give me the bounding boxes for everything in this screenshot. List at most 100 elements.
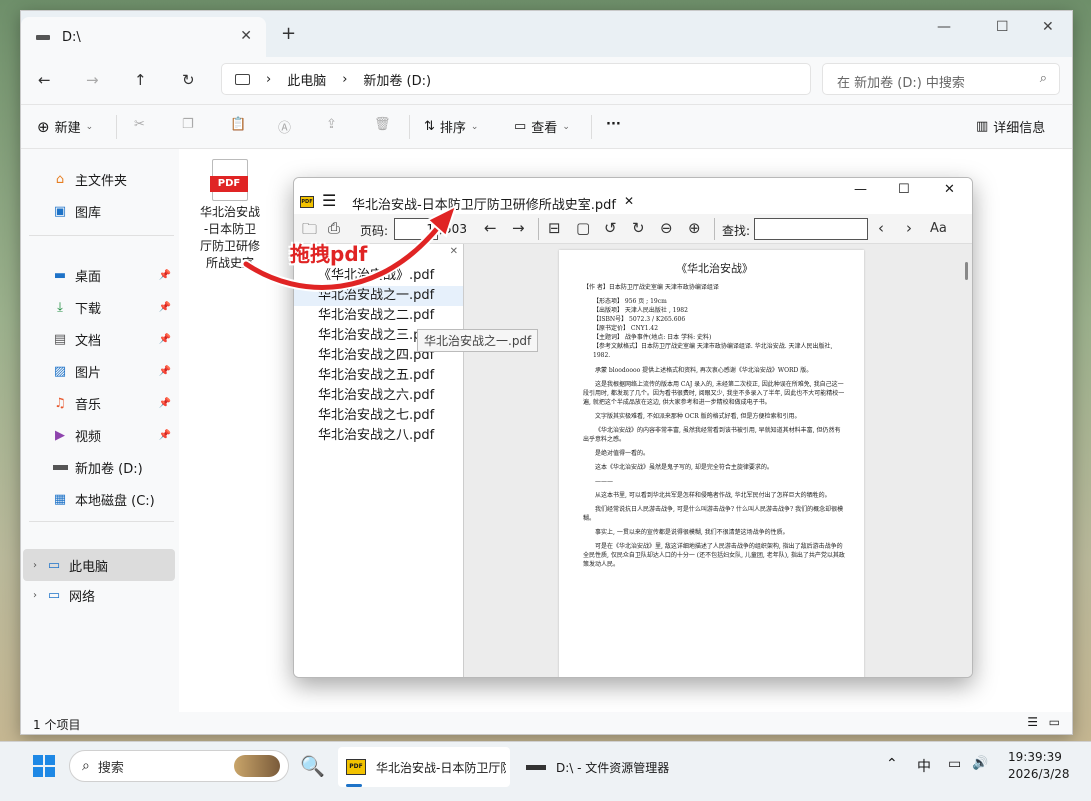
clock[interactable]: 19:39:39 2026/3/28 [1008, 749, 1070, 783]
sidebar-item-desktop[interactable]: ▬ 桌面 📌 [35, 261, 177, 289]
rotate-right-icon[interactable]: ↻ [632, 219, 645, 237]
list-item[interactable]: 《华北治安战》.pdf [294, 266, 463, 286]
previous-page-icon[interactable]: ← [484, 219, 497, 237]
pin-icon[interactable]: 📌 [159, 398, 171, 409]
sidebar-item-drive-c[interactable]: ▦ 本地磁盘 (C:) [35, 485, 177, 513]
list-item[interactable]: 华北治安战之六.pdf [294, 386, 463, 406]
chevron-right-icon[interactable]: › [33, 560, 37, 571]
up-button[interactable]: ↑ [134, 71, 147, 89]
network-status-icon[interactable]: ▭ [948, 756, 961, 772]
forward-button[interactable]: → [86, 71, 99, 89]
taskbar-search-box[interactable]: ⌕ 搜索 [69, 750, 289, 782]
more-button[interactable]: ··· [606, 117, 621, 132]
tab-close-icon[interactable]: ✕ [624, 194, 634, 208]
rotate-left-icon[interactable]: ↺ [604, 219, 617, 237]
pdf-toolbar: 🗀 ⎙ 页码: 1 /503 ← → ⊟ ▢ ↺ ↻ ⊖ ⊕ 查找: ‹ › A… [294, 214, 972, 244]
list-view-icon[interactable]: ☰ [1027, 715, 1038, 729]
find-next-icon[interactable]: › [906, 219, 912, 237]
item-count: 1 个项目 [33, 718, 81, 732]
minimize-button[interactable]: — [937, 19, 951, 35]
view-icon: ▭ [514, 119, 527, 134]
pin-icon[interactable]: 📌 [159, 430, 171, 441]
breadcrumb-this-pc[interactable]: 此电脑 [287, 70, 326, 89]
delete-icon[interactable]: 🗑 [374, 117, 391, 132]
maximize-button[interactable]: ☐ [898, 182, 910, 197]
paragraph: 事实上, 一贯以来的宣传都是说得很模糊, 我们不很清楚这场战争的性质。 [595, 529, 789, 536]
scrollbar-thumb[interactable] [965, 262, 968, 280]
close-button[interactable]: ✕ [1042, 19, 1054, 35]
sidebar-item-pictures[interactable]: ▨ 图片 📌 [35, 357, 177, 385]
author-line: 【作 者】日本防卫厅战史室编 天津市政协编译组译 [583, 284, 719, 291]
pdf-viewer-window: PDF ☰ 华北治安战-日本防卫厅防卫研修所战史室.pdf ✕ — ☐ ✕ 🗀 … [293, 177, 973, 678]
sidebar-item-documents[interactable]: ▤ 文档 📌 [35, 325, 177, 353]
view-button[interactable]: ▭ 查看 ⌄ [514, 117, 570, 136]
close-button[interactable]: ✕ [944, 182, 955, 197]
hamburger-menu-icon[interactable]: ☰ [322, 191, 336, 210]
match-case-icon[interactable]: Aa [930, 221, 947, 236]
list-close-icon[interactable]: ✕ [450, 246, 458, 257]
list-item-selected[interactable]: 华北治安战之一.pdf [294, 286, 463, 306]
gallery-icon: ▣ [53, 203, 67, 219]
list-item[interactable]: 华北治安战之二.pdf [294, 306, 463, 326]
cut-icon[interactable]: ✂ [134, 117, 145, 132]
minimize-button[interactable]: — [854, 182, 867, 197]
list-item[interactable]: 华北治安战之七.pdf [294, 406, 463, 426]
find-previous-icon[interactable]: ‹ [878, 219, 884, 237]
sort-button[interactable]: ⇅ 排序 ⌄ [424, 117, 478, 136]
refresh-button[interactable]: ↻ [182, 71, 195, 89]
zoom-out-icon[interactable]: ⊖ [660, 219, 673, 237]
fit-width-icon[interactable]: ⊟ [548, 219, 561, 237]
sort-label: 排序 [439, 121, 466, 136]
sidebar-item-home[interactable]: ⌂ 主文件夹 [35, 165, 177, 193]
pdf-page-viewer[interactable]: 《华北治安战》 【作 者】日本防卫厅战史室编 天津市政协编译组译 【形态项】 9… [464, 244, 972, 677]
sidebar-item-drive-d[interactable]: 新加卷 (D:) [35, 453, 177, 481]
sidebar-item-downloads[interactable]: ⤓ 下载 📌 [35, 293, 177, 321]
taskbar-app-pdf[interactable]: PDF 华北治安战-日本防卫厅防 [338, 747, 510, 787]
sidebar-item-music[interactable]: ♫ 音乐 📌 [35, 389, 177, 417]
find-input[interactable] [754, 218, 868, 240]
windows-start-icon[interactable] [33, 755, 55, 777]
ime-indicator[interactable]: 中 [917, 756, 931, 776]
zoom-in-icon[interactable]: ⊕ [688, 219, 701, 237]
search-input[interactable]: 在 新加卷 (D:) 中搜索 ⌕ [822, 63, 1060, 95]
sidebar-item-this-pc[interactable]: › ▭ 此电脑 [23, 549, 175, 581]
back-button[interactable]: ← [38, 71, 51, 89]
fit-page-icon[interactable]: ▢ [576, 219, 590, 237]
sidebar-item-network[interactable]: › ▭ 网络 [23, 581, 165, 609]
address-bar[interactable]: › 此电脑 › 新加卷 (D:) [221, 63, 811, 95]
volume-icon[interactable]: 🔊 [972, 756, 988, 771]
tab-close-icon[interactable]: ✕ [240, 28, 252, 44]
next-page-icon[interactable]: → [512, 219, 525, 237]
drive-icon [51, 458, 69, 476]
sidebar-item-label: 桌面 [75, 269, 102, 285]
share-icon[interactable]: ⇪ [326, 117, 337, 132]
new-button[interactable]: ⊕ 新建 ⌄ [37, 117, 93, 137]
sidebar-item-gallery[interactable]: ▣ 图库 [35, 197, 177, 225]
new-tab-button[interactable]: + [281, 23, 296, 44]
page-input[interactable]: 1 [394, 218, 438, 240]
music-icon: ♫ [54, 395, 66, 411]
pin-icon[interactable]: 📌 [159, 270, 171, 281]
pin-icon[interactable]: 📌 [159, 302, 171, 313]
chevron-right-icon[interactable]: › [33, 590, 37, 601]
copy-icon[interactable]: ❐ [182, 117, 194, 132]
list-item[interactable]: 华北治安战之五.pdf [294, 366, 463, 386]
pdf-badge: PDF [210, 176, 248, 192]
pdf-file-item[interactable]: PDF 华北治安战 -日本防卫 厅防卫研修 所战史室 [196, 159, 264, 272]
tab-d-drive[interactable]: D:\ ✕ [21, 17, 266, 57]
open-folder-icon[interactable]: 🗀 [302, 219, 317, 244]
sidebar-item-videos[interactable]: ▶ 视频 📌 [35, 421, 177, 449]
magnifier-app-icon[interactable]: 🔍 [300, 754, 325, 778]
list-item[interactable]: 华北治安战之八.pdf [294, 426, 463, 446]
details-button[interactable]: ▥ 详细信息 [976, 117, 1045, 136]
paste-icon[interactable]: 📋 [230, 117, 246, 132]
tile-view-icon[interactable]: ▭ [1049, 715, 1060, 729]
chevron-up-icon[interactable]: ⌃ [886, 756, 898, 772]
maximize-button[interactable]: ☐ [996, 19, 1009, 35]
taskbar-app-explorer[interactable]: D:\ - 文件资源管理器 [520, 747, 680, 787]
pin-icon[interactable]: 📌 [159, 334, 171, 345]
pin-icon[interactable]: 📌 [159, 366, 171, 377]
breadcrumb-drive[interactable]: 新加卷 (D:) [363, 70, 431, 89]
rename-icon[interactable]: Ⓐ [278, 117, 291, 136]
print-icon[interactable]: ⎙ [328, 219, 340, 237]
